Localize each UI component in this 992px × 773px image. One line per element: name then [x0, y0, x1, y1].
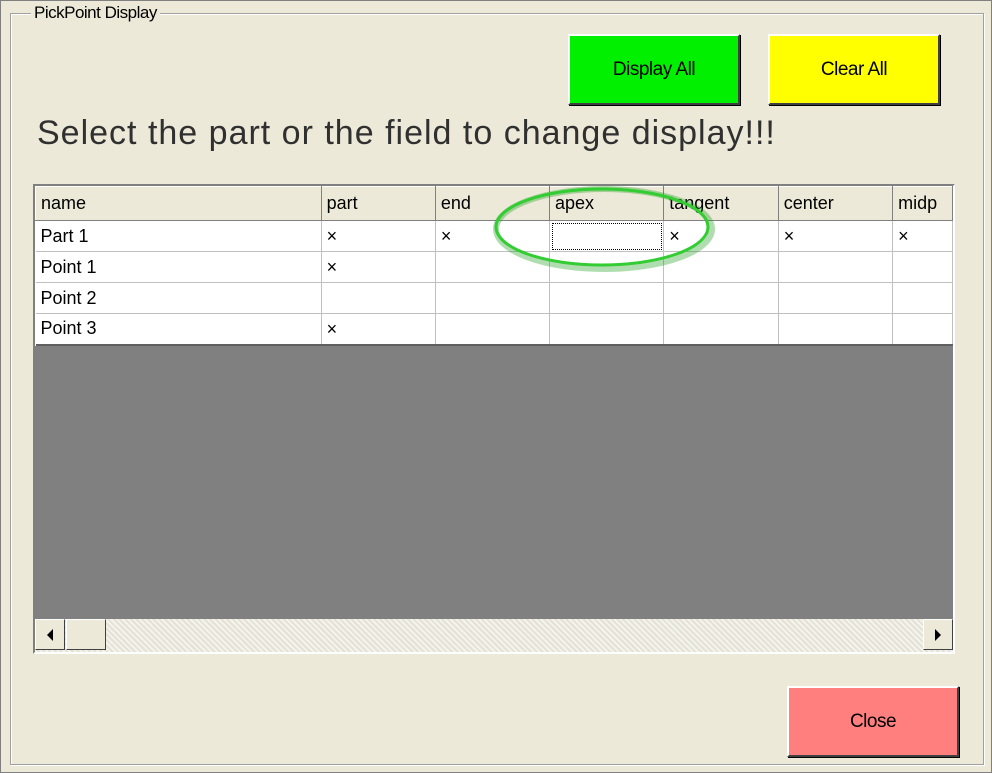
pickpoint-table: name part end apex tangent center midp P… — [35, 186, 953, 346]
grid-cell[interactable] — [892, 313, 953, 346]
grid-cell[interactable] — [663, 251, 779, 283]
grid-cell[interactable] — [778, 251, 894, 283]
display-all-button[interactable]: Display All — [568, 34, 740, 105]
row-name-cell[interactable]: Part 1 — [35, 220, 322, 252]
pickpoint-display-window: PickPoint Display Display All Clear All … — [0, 0, 992, 773]
clear-all-button[interactable]: Clear All — [768, 34, 940, 105]
row-name-cell[interactable]: Point 2 — [35, 282, 322, 314]
grid-cell[interactable]: × — [778, 220, 894, 252]
column-header-apex[interactable]: apex — [548, 186, 665, 221]
row-name-cell[interactable]: Point 1 — [35, 251, 322, 283]
grid-cell[interactable]: × — [321, 251, 436, 283]
column-header-midp[interactable]: midp — [892, 186, 953, 221]
grid-cell[interactable]: × — [321, 220, 436, 252]
grid-cell[interactable] — [435, 313, 551, 346]
grid-cell[interactable] — [549, 282, 665, 314]
grid-cell[interactable] — [892, 282, 953, 314]
header-row: name part end apex tangent center midp — [35, 186, 953, 221]
table-row: Part 1 × × × × × — [35, 220, 953, 252]
grid-cell[interactable] — [549, 313, 665, 346]
close-button[interactable]: Close — [787, 686, 959, 757]
grid-cell[interactable] — [435, 282, 551, 314]
column-header-name[interactable]: name — [35, 186, 322, 221]
grid-cell[interactable] — [435, 251, 551, 283]
grid-cell[interactable]: × — [321, 313, 436, 346]
horizontal-scrollbar[interactable] — [35, 619, 953, 652]
arrow-left-icon — [47, 628, 53, 641]
column-header-end[interactable]: end — [434, 186, 551, 221]
pickpoint-grid: name part end apex tangent center midp P… — [33, 184, 955, 654]
column-header-part[interactable]: part — [320, 186, 436, 221]
grid-cell-focused[interactable] — [549, 220, 665, 252]
scroll-right-button[interactable] — [923, 619, 953, 650]
table-row: Point 3 × — [35, 313, 953, 346]
grid-cell[interactable] — [778, 282, 894, 314]
arrow-right-icon — [935, 628, 941, 641]
scroll-left-button[interactable] — [35, 619, 65, 650]
grid-cell[interactable] — [663, 282, 779, 314]
instruction-heading: Select the part or the field to change d… — [37, 114, 776, 152]
grid-cell[interactable]: × — [892, 220, 953, 252]
column-header-tangent[interactable]: tangent — [663, 186, 779, 221]
table-row: Point 2 — [35, 282, 953, 314]
grid-cell[interactable]: × — [663, 220, 779, 252]
grid-cell[interactable]: × — [435, 220, 551, 252]
grid-cell[interactable] — [321, 282, 436, 314]
grid-cell[interactable] — [892, 251, 953, 283]
grid-cell[interactable] — [663, 313, 779, 346]
group-title: PickPoint Display — [31, 3, 160, 23]
table-row: Point 1 × — [35, 251, 953, 283]
column-header-center[interactable]: center — [777, 186, 894, 221]
scrollbar-thumb[interactable] — [66, 619, 106, 650]
grid-cell[interactable] — [549, 251, 665, 283]
grid-cell[interactable] — [778, 313, 894, 346]
row-name-cell[interactable]: Point 3 — [35, 313, 322, 346]
